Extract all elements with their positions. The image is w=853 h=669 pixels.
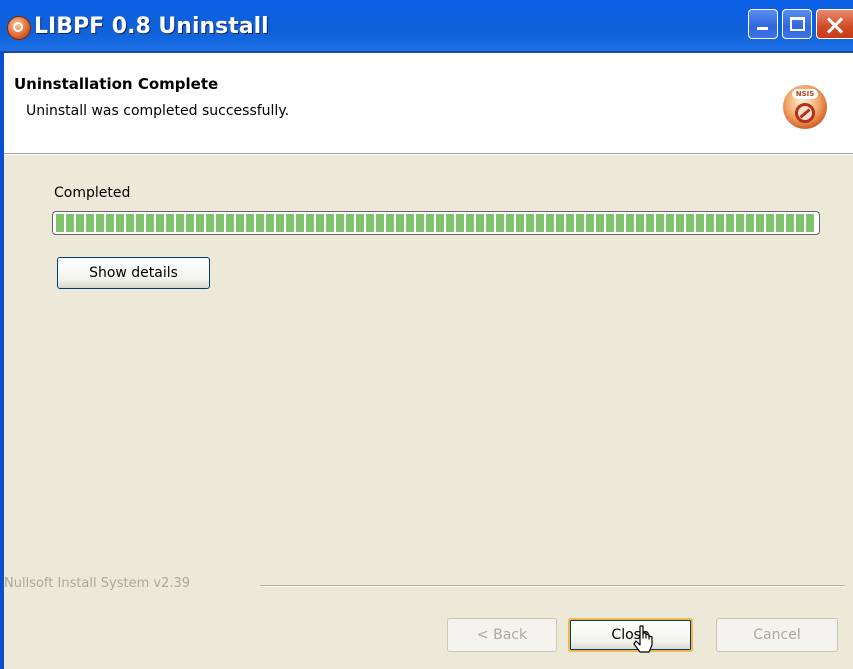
- close-button[interactable]: Close: [568, 618, 693, 652]
- mouse-cursor-icon: [633, 625, 653, 653]
- status-label: Completed: [54, 185, 131, 201]
- app-icon: [7, 16, 31, 40]
- nsis-badge: NSIS: [792, 89, 818, 99]
- title-bar[interactable]: LIBPF 0.8 Uninstall: [0, 0, 853, 53]
- header-title: Uninstallation Complete: [14, 75, 219, 93]
- uninstall-icon: NSIS: [783, 85, 827, 129]
- window-title: LIBPF 0.8 Uninstall: [34, 14, 269, 39]
- show-details-button[interactable]: Show details: [57, 257, 210, 289]
- no-sign-icon: [795, 103, 815, 123]
- header-subtitle: Uninstall was completed successfully.: [26, 103, 290, 119]
- header-divider: [4, 154, 853, 155]
- close-icon[interactable]: [816, 9, 853, 39]
- maximize-icon[interactable]: [782, 9, 812, 39]
- branding-divider: [260, 585, 845, 587]
- header-panel: Uninstallation Complete Uninstall was co…: [4, 53, 853, 154]
- progress-fill: [56, 214, 816, 232]
- back-button[interactable]: < Back: [447, 618, 557, 652]
- minimize-icon[interactable]: [748, 9, 778, 39]
- branding-text: Nullsoft Install System v2.39: [4, 576, 195, 591]
- progress-bar: [52, 211, 820, 235]
- cancel-button[interactable]: Cancel: [716, 618, 838, 652]
